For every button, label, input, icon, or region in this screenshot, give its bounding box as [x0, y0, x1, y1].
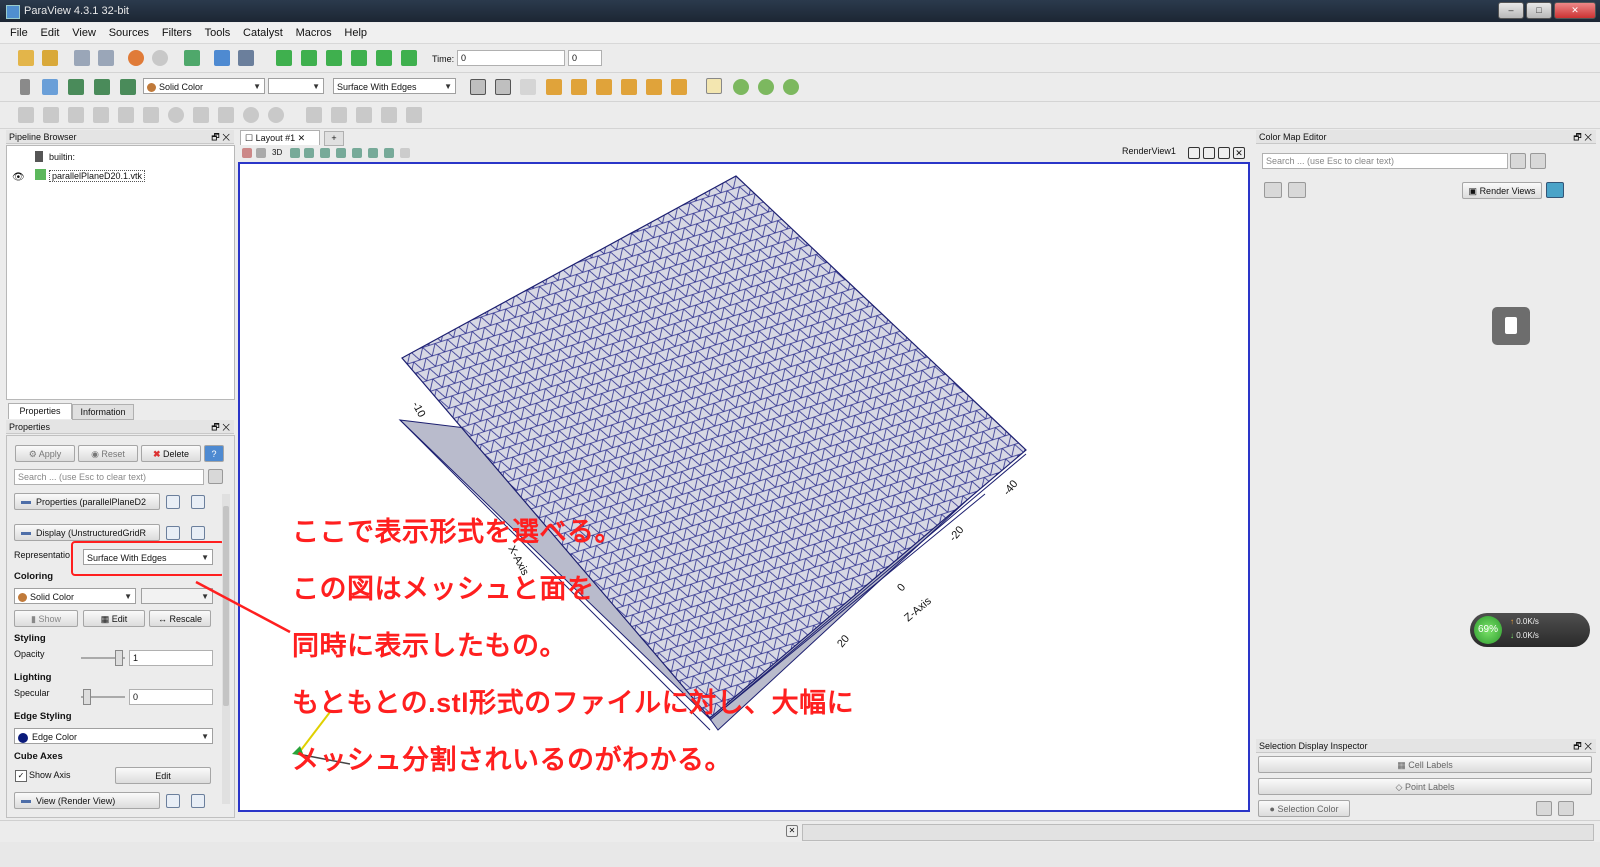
- render-views-button[interactable]: ▣ Render Views: [1462, 182, 1542, 199]
- usb-drive-icon[interactable]: [1492, 307, 1530, 345]
- annotation-line: 同時に表示したもの。: [292, 631, 567, 661]
- colormap-editor-header: Color Map Editor 🗗 ✕: [1256, 130, 1596, 144]
- colormap-editor-title: Color Map Editor: [1259, 132, 1327, 142]
- render-views-icon: ▣: [1468, 186, 1480, 196]
- selection-color-button[interactable]: ● Selection Color: [1258, 800, 1350, 817]
- colormap-search-input[interactable]: Search ... (use Esc to clear text): [1262, 153, 1508, 169]
- point-labels-label: Point Labels: [1404, 782, 1455, 792]
- advanced-gear-icon[interactable]: [1510, 153, 1526, 169]
- selection-inspector-title: Selection Display Inspector: [1259, 741, 1368, 751]
- upload-speed: 0.0K/s: [1516, 617, 1539, 626]
- colormap-editor-panel: Search ... (use Esc to clear text) ▣ Ren…: [1256, 145, 1596, 737]
- selection-copy-icon[interactable]: [1536, 801, 1552, 816]
- selection-color-label: Selection Color: [1277, 804, 1339, 814]
- download-speed: 0.0K/s: [1516, 631, 1539, 640]
- network-meter-widget[interactable]: 69% ↑ 0.0K/s ↓ 0.0K/s: [1470, 613, 1590, 647]
- annotation-line: もともとの.stl形式のファイルに対し、大幅に: [292, 688, 855, 718]
- annotation-line: この図はメッシュと面を: [292, 574, 595, 604]
- restore-defaults-icon[interactable]: [1264, 182, 1282, 198]
- cell-labels-icon: ▦: [1397, 760, 1409, 770]
- paraview-window: ParaView 4.3.1 32-bit – □ ✕ File Edit Vi…: [0, 0, 1600, 867]
- progress-bar: [802, 824, 1594, 841]
- cell-labels-button[interactable]: ▦ Cell Labels: [1258, 756, 1592, 773]
- dock-close-icon[interactable]: 🗗 ✕: [1573, 739, 1592, 753]
- bottom-frame: [0, 842, 1600, 867]
- annotation-line: ここで表示形式を選べる。: [292, 517, 622, 547]
- save-defaults-icon[interactable]: [1288, 182, 1306, 198]
- apply-to-views-icon[interactable]: [1546, 182, 1564, 198]
- cell-labels-label: Cell Labels: [1408, 760, 1453, 770]
- selection-inspector-panel: ▦ Cell Labels ◇ Point Labels ● Selection…: [1256, 754, 1596, 819]
- dock-close-icon[interactable]: 🗗 ✕: [1573, 130, 1592, 144]
- annotation-line: メッシュ分割されいるのがわかる。: [292, 745, 732, 775]
- point-labels-button[interactable]: ◇ Point Labels: [1258, 778, 1592, 795]
- render-views-label: Render Views: [1479, 186, 1536, 196]
- selection-inspector-header: Selection Display Inspector 🗗 ✕: [1256, 739, 1596, 753]
- copy-icon[interactable]: [1530, 153, 1546, 169]
- selection-gear-icon[interactable]: [1558, 801, 1574, 816]
- status-close-icon[interactable]: ✕: [786, 825, 798, 837]
- status-bar: ✕: [0, 820, 1600, 843]
- network-meter-percent: 69%: [1474, 616, 1502, 644]
- point-labels-icon: ◇: [1395, 782, 1405, 792]
